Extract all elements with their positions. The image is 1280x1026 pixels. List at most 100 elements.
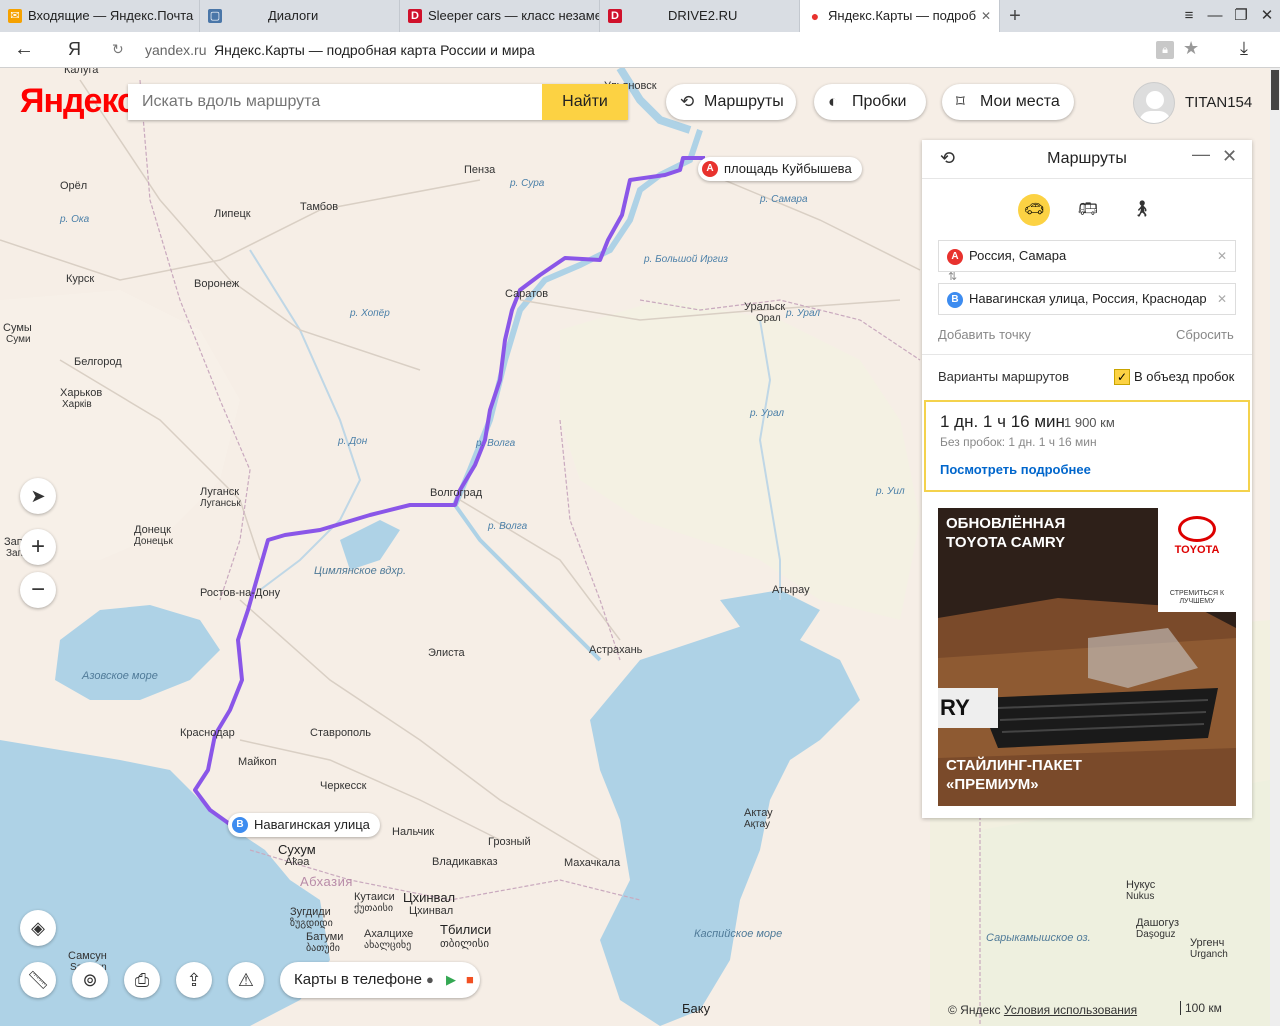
reset-link[interactable]: Сбросить [1176,327,1234,342]
layers-button[interactable]: ◈ [20,910,56,946]
city-label[interactable]: Уральск [744,301,785,313]
walk-mode-icon[interactable]: 🚶︎ [1128,196,1156,224]
close-panel-icon[interactable]: ✕ [1222,146,1237,167]
browser-tab-mail[interactable]: ✉ Входящие — Яндекс.Почта [0,0,200,32]
city-label[interactable]: თბილისი [440,937,489,950]
city-label[interactable]: Белгород [74,356,122,368]
city-label[interactable]: Атырау [772,584,810,596]
city-label[interactable]: Самсун [68,950,107,962]
panorama-button[interactable]: ⊚ [72,962,108,998]
maps-on-phone-button[interactable]: Карты в телефоне ● ▶ ■ [280,962,480,998]
city-label[interactable]: ახალციხე [364,940,411,951]
car-mode-icon[interactable]: 🚗︎ [1018,194,1050,226]
city-label[interactable]: Тбилиси [440,922,491,937]
zoom-in-button[interactable]: + [20,529,56,565]
username[interactable]: TITAN154 [1185,94,1252,111]
city-label[interactable]: Волгоград [430,487,482,499]
close-window-icon[interactable]: ✕ [1254,0,1280,32]
report-error-button[interactable]: ⚠ [228,962,264,998]
tab-close-icon[interactable]: ✕ [981,0,991,32]
browser-tab-maps[interactable]: ● Яндекс.Карты — подроб ✕ [800,0,1000,32]
avoid-traffic-label[interactable]: В объезд пробок [1134,369,1234,384]
new-tab-button[interactable]: + [1000,0,1030,32]
city-label[interactable]: Луганськ [200,498,241,509]
url-domain[interactable]: yandex.ru [145,42,206,58]
city-label[interactable]: Липецк [214,208,251,220]
city-label[interactable]: Черкесск [320,780,366,792]
city-label[interactable]: Дашогуз [1136,917,1179,929]
city-label[interactable]: Аҟəа [285,856,309,868]
city-label[interactable]: Ростов-на-Дону [200,587,280,599]
city-label[interactable]: Daşoguz [1136,929,1175,940]
city-label[interactable]: Владикавказ [432,856,498,868]
routes-button[interactable]: ⟲ Маршруты [666,84,796,120]
city-label[interactable]: Грозный [488,836,531,848]
route-option-card[interactable]: 1 дн. 1 ч 16 мин 1 900 км Без пробок: 1 … [924,400,1250,492]
city-label[interactable]: ბათუმი [306,943,340,954]
advertisement-banner[interactable]: ОБНОВЛЁННАЯ TOYOTA CAMRY TOYOTA СТРЕМИТЬ… [938,508,1236,806]
city-label[interactable]: Ставрополь [310,727,371,739]
route-marker-b[interactable]: B Навагинская улица [228,813,380,837]
city-label[interactable]: Махачкала [564,857,620,869]
city-label[interactable]: Сумы [3,322,32,334]
clear-point-b-icon[interactable]: ✕ [1212,284,1227,314]
city-label[interactable]: Urganch [1190,949,1228,960]
city-label[interactable]: Кутаиси [354,891,395,903]
reload-icon[interactable]: ↻ [112,41,124,58]
restore-icon[interactable]: ❐ [1228,0,1254,32]
city-label[interactable]: Саратов [505,288,548,300]
print-button[interactable]: ⎙ [124,962,160,998]
bus-mode-icon[interactable]: 🚌︎ [1074,196,1102,224]
city-label[interactable]: Астрахань [589,644,642,656]
city-label[interactable]: ზუგდიდი [290,918,333,929]
city-label[interactable]: Харьков [60,387,102,399]
locate-me-button[interactable]: ➤ [20,478,56,514]
city-label[interactable]: Нукус [1126,879,1155,891]
city-label[interactable]: Донецк [134,524,171,536]
city-label[interactable]: Донецьк [134,536,173,547]
scrollbar-thumb[interactable] [1271,70,1279,110]
city-label[interactable]: Тамбов [300,201,338,213]
traffic-button[interactable]: ◐ Пробки [814,84,926,120]
city-label[interactable]: Калуга [64,68,98,76]
point-b-field[interactable]: B Навагинская улица, Россия, Краснодар ✕ [938,283,1236,315]
city-label[interactable]: Воронеж [194,278,239,290]
city-label[interactable]: Луганск [200,486,239,498]
city-label[interactable]: Курск [66,273,94,285]
yandex-browser-logo[interactable]: Я [68,39,81,60]
city-label[interactable]: Цхинвал [403,890,455,905]
city-label[interactable]: Суми [6,334,31,345]
city-label[interactable]: Ахалцихе [364,928,413,940]
city-label[interactable]: Ургенч [1190,937,1224,949]
route-details-link[interactable]: Посмотреть подробнее [940,462,1091,477]
zoom-out-button[interactable]: − [20,572,56,608]
city-label[interactable]: Баку [682,1001,710,1016]
city-label[interactable]: Nukus [1126,891,1154,902]
browser-tab-sleeper[interactable]: D Sleeper cars — класс незаме [400,0,600,32]
minimize-icon[interactable]: — [1202,0,1228,32]
my-places-button[interactable]: ⌑ Мои места [942,84,1074,120]
city-label[interactable]: Элиста [428,647,465,659]
route-marker-a[interactable]: A площадь Куйбышева [698,157,862,181]
city-label[interactable]: Майкоп [238,756,277,768]
city-label[interactable]: Зугдиди [290,906,331,918]
city-label[interactable]: Краснодар [180,727,235,739]
search-input[interactable] [128,84,542,120]
swap-points-icon[interactable]: ⇅ [948,270,957,283]
page-scrollbar[interactable] [1270,68,1280,1026]
city-label[interactable]: Сухум [278,842,316,857]
point-a-field[interactable]: A Россия, Самара ✕ [938,240,1236,272]
city-label[interactable]: ქუთაისი [354,903,393,914]
download-icon[interactable]: ⤓ [1240,38,1248,59]
minimize-panel-icon[interactable]: — [1192,144,1210,165]
city-label[interactable]: Цхинвал [409,905,453,917]
menu-icon[interactable]: ≡ [1176,0,1202,32]
city-label[interactable]: Батуми [306,931,343,943]
back-arrow-icon[interactable]: ← [14,38,34,61]
city-label[interactable]: Ақтау [744,819,770,830]
browser-tab-drive2[interactable]: D DRIVE2.RU [600,0,800,32]
city-label[interactable]: Харків [62,399,92,410]
city-label[interactable]: Пенза [464,164,495,176]
terms-link[interactable]: Условия использования [1004,1003,1137,1017]
url-page-title[interactable]: Яндекс.Карты — подробная карта России и … [214,42,535,58]
